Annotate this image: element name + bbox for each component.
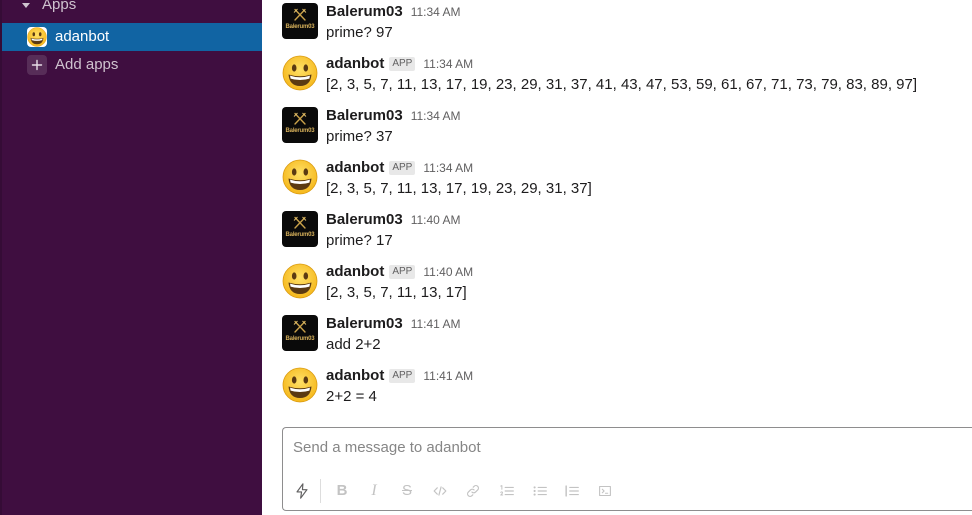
code-icon (433, 486, 447, 496)
grinning-face-icon (282, 55, 318, 91)
timestamp[interactable]: 11:34 AM (411, 2, 461, 22)
timestamp[interactable]: 11:40 AM (423, 262, 473, 282)
avatar-logo-text: Balerum03 (285, 336, 315, 342)
plus-icon (27, 55, 47, 75)
code-block-icon (599, 485, 611, 497)
message-header: Balerum03 11:34 AM (326, 106, 461, 126)
message-row: Balerum03 Balerum03 11:40 AM prime? 17 (262, 210, 972, 262)
sender-name[interactable]: adanbot (326, 366, 384, 386)
sidebar: Apps adanbot Add apps (0, 0, 262, 515)
apps-section-header[interactable]: Apps (2, 0, 262, 16)
message-text: 2+2 = 4 (326, 388, 377, 405)
bulleted-list-button[interactable] (527, 478, 553, 504)
grinning-face-icon (282, 159, 318, 195)
message-header: Balerum03 11:34 AM (326, 2, 461, 22)
add-apps-button[interactable]: Add apps (2, 51, 262, 79)
blockquote-button[interactable] (559, 478, 585, 504)
message-row: Balerum03 Balerum03 11:41 AM add 2+2 (262, 314, 972, 366)
bold-button[interactable]: B (329, 478, 355, 504)
message-text: prime? 97 (326, 24, 393, 41)
message-row: adanbot APP 11:40 AM [2, 3, 5, 7, 11, 13… (262, 262, 972, 314)
sender-name[interactable]: Balerum03 (326, 2, 403, 22)
bold-icon: B (336, 482, 348, 499)
app-badge: APP (389, 57, 416, 71)
grinning-face-icon (27, 27, 47, 47)
message-input[interactable] (293, 437, 953, 459)
caret-down-icon[interactable] (22, 3, 30, 8)
timestamp[interactable]: 11:34 AM (423, 54, 473, 74)
message-row: Balerum03 Balerum03 11:34 AM prime? 37 (262, 106, 972, 158)
shortcuts-button[interactable] (289, 478, 315, 504)
adanbot-avatar[interactable] (282, 263, 318, 299)
message-composer: B I S (282, 427, 972, 511)
balerum03-avatar[interactable]: Balerum03 (282, 107, 318, 143)
sender-name[interactable]: adanbot (326, 262, 384, 282)
link-button[interactable] (460, 478, 486, 504)
message-text: [2, 3, 5, 7, 11, 13, 17, 19, 23, 29, 31,… (326, 76, 918, 93)
timestamp[interactable]: 11:41 AM (423, 366, 473, 386)
crossed-swords-icon (293, 112, 307, 125)
message-text: prime? 37 (326, 128, 393, 145)
toolbar-divider (320, 479, 321, 503)
code-block-button[interactable] (592, 478, 618, 504)
message-header: adanbot APP 11:34 AM (326, 54, 473, 74)
avatar-logo-text: Balerum03 (285, 232, 315, 238)
timestamp[interactable]: 11:34 AM (423, 158, 473, 178)
message-header: adanbot APP 11:41 AM (326, 366, 473, 386)
sender-name[interactable]: adanbot (326, 54, 384, 74)
message-text: prime? 17 (326, 232, 393, 249)
sidebar-item-adanbot[interactable]: adanbot (2, 23, 262, 51)
message-row: adanbot APP 11:34 AM [2, 3, 5, 7, 11, 13… (262, 54, 972, 106)
blockquote-icon (565, 485, 579, 497)
message-text: [2, 3, 5, 7, 11, 13, 17, 19, 23, 29, 31,… (326, 180, 592, 197)
message-header: Balerum03 11:41 AM (326, 314, 461, 334)
strikethrough-button[interactable]: S (394, 478, 420, 504)
adanbot-avatar[interactable] (282, 367, 318, 403)
sidebar-item-label: adanbot (55, 28, 110, 45)
app-badge: APP (389, 265, 416, 279)
conversation-pane: Balerum03 Balerum03 11:34 AM prime? 97 a… (262, 0, 972, 515)
sender-name[interactable]: adanbot (326, 158, 384, 178)
sender-name[interactable]: Balerum03 (326, 314, 403, 334)
add-apps-label: Add apps (55, 56, 119, 73)
timestamp[interactable]: 11:41 AM (411, 314, 461, 334)
ordered-list-button[interactable] (494, 478, 520, 504)
app-badge: APP (389, 369, 416, 383)
message-text: [2, 3, 5, 7, 11, 13, 17] (326, 284, 467, 301)
italic-icon: I (371, 482, 377, 499)
strikethrough-icon: S (401, 482, 412, 499)
adanbot-avatar[interactable] (282, 159, 318, 195)
crossed-swords-icon (293, 8, 307, 21)
apps-section-title: Apps (42, 0, 77, 13)
lightning-icon (296, 483, 308, 499)
message-header: Balerum03 11:40 AM (326, 210, 461, 230)
crossed-swords-icon (293, 320, 307, 333)
adanbot-avatar[interactable] (282, 55, 318, 91)
balerum03-avatar[interactable]: Balerum03 (282, 211, 318, 247)
link-icon (467, 485, 479, 497)
bulleted-list-icon (533, 486, 547, 496)
code-button[interactable] (427, 478, 453, 504)
italic-button[interactable]: I (361, 478, 387, 504)
app-badge: APP (389, 161, 416, 175)
grinning-face-icon (282, 263, 318, 299)
timestamp[interactable]: 11:40 AM (411, 210, 461, 230)
message-header: adanbot APP 11:40 AM (326, 262, 473, 282)
message-row: Balerum03 Balerum03 11:34 AM prime? 97 (262, 2, 972, 54)
message-row: adanbot APP 11:34 AM [2, 3, 5, 7, 11, 13… (262, 158, 972, 210)
message-row: adanbot APP 11:41 AM 2+2 = 4 (262, 366, 972, 418)
ordered-list-icon (500, 485, 514, 496)
sender-name[interactable]: Balerum03 (326, 106, 403, 126)
sender-name[interactable]: Balerum03 (326, 210, 403, 230)
avatar-logo-text: Balerum03 (285, 24, 315, 30)
avatar-logo-text: Balerum03 (285, 128, 315, 134)
timestamp[interactable]: 11:34 AM (411, 106, 461, 126)
message-text: add 2+2 (326, 336, 381, 353)
balerum03-avatar[interactable]: Balerum03 (282, 3, 318, 39)
grinning-face-icon (282, 367, 318, 403)
balerum03-avatar[interactable]: Balerum03 (282, 315, 318, 351)
message-header: adanbot APP 11:34 AM (326, 158, 473, 178)
crossed-swords-icon (293, 216, 307, 229)
